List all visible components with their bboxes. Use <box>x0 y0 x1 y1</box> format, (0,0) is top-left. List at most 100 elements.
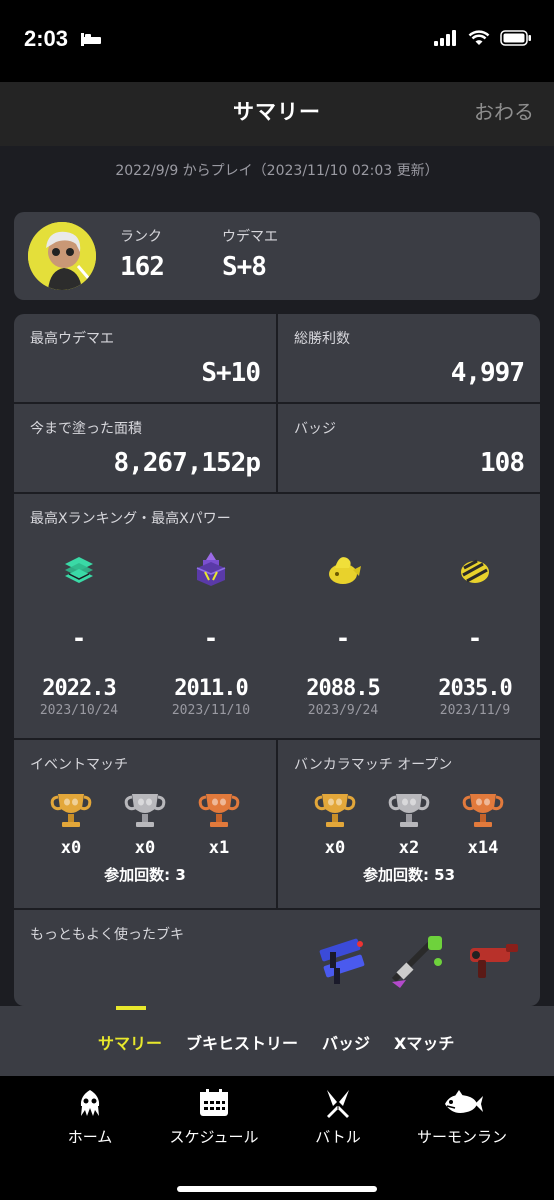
gold-trophy-icon <box>312 794 358 834</box>
x-power-date: 2023/10/24 <box>39 703 119 718</box>
clam-icon <box>455 550 495 590</box>
rank-value: 162 <box>120 252 165 282</box>
trophy-silver: x2 <box>379 790 439 858</box>
tab-summary[interactable]: サマリー <box>98 1030 162 1054</box>
stats-grid: 最高ウデマエ S+10 総勝利数 4,997 今まで塗った面積 8,267,15… <box>14 314 540 1006</box>
x-rank: - <box>467 624 483 652</box>
rainmaker-icon <box>323 550 363 590</box>
x-ranking-column: - 2035.0 2023/11/9 <box>410 550 540 718</box>
nav-salmon-run[interactable]: サーモンラン <box>402 1088 522 1147</box>
trophy-count: x14 <box>467 838 499 858</box>
bankara-open-cell: バンカラマッチ オープン x0 x2 x14 参加回数: 53 <box>278 740 540 908</box>
max-udemae-label: 最高ウデマエ <box>30 331 114 347</box>
splat-zones-icon <box>191 550 231 590</box>
trophy-bronze: x14 <box>453 790 513 858</box>
painted-cell: 今まで塗った面積 8,267,152p <box>14 404 276 492</box>
brush-weapon-icon <box>388 932 450 994</box>
trophy-gold: x0 <box>305 790 365 858</box>
play-info: 2022/9/9 からプレイ（2023/11/10 02:03 更新） <box>115 163 439 179</box>
silver-trophy-icon <box>122 794 168 834</box>
nav-salmon-run-label: サーモンラン <box>416 1128 507 1146</box>
sleep-icon <box>80 31 102 51</box>
badges-label: バッジ <box>294 421 336 437</box>
status-bar: 2:03 <box>0 0 554 82</box>
x-power: 2011.0 <box>174 676 248 701</box>
most-used-weapons-cell: もっともよく使ったブキ <box>14 910 540 1006</box>
silver-trophy-icon <box>386 794 432 834</box>
profile-card: ランク 162 ウデマエ S+8 <box>14 212 540 300</box>
squid-home-icon <box>75 1090 105 1122</box>
dualie-weapon-icon <box>312 930 376 994</box>
trophy-count: x2 <box>398 838 420 858</box>
participation-count: 参加回数: 3 <box>104 866 186 884</box>
trophy-row: x0 x0 x1 <box>14 790 276 858</box>
max-udemae-value: S+10 <box>201 358 261 388</box>
x-rank: - <box>335 624 351 652</box>
bronze-trophy-icon <box>196 794 242 834</box>
nav-home[interactable]: ホーム <box>30 1088 150 1147</box>
tab-x-match[interactable]: Xマッチ <box>394 1030 454 1054</box>
rank-label: ランク <box>120 229 162 245</box>
trophy-count: x0 <box>134 838 156 858</box>
x-power: 2088.5 <box>306 676 380 701</box>
close-button[interactable]: おわる <box>474 96 534 125</box>
x-ranking-label: 最高Xランキング・最高Xパワー <box>30 511 231 527</box>
x-ranking-column: - 2088.5 2023/9/24 <box>278 550 408 718</box>
status-time: 2:03 <box>24 26 69 51</box>
trophy-silver: x0 <box>115 790 175 858</box>
total-wins-cell: 総勝利数 4,997 <box>278 314 540 402</box>
x-rank: - <box>71 624 87 652</box>
painted-label: 今まで塗った面積 <box>30 421 142 437</box>
painted-value: 8,267,152p <box>113 448 261 478</box>
blaster-weapon-icon <box>462 934 524 992</box>
salmon-icon <box>441 1090 483 1122</box>
x-ranking-column: - 2022.3 2023/10/24 <box>14 550 144 718</box>
x-power-date: 2023/11/10 <box>171 703 251 718</box>
trophy-count: x1 <box>208 838 230 858</box>
badges-value: 108 <box>480 448 525 478</box>
x-power: 2022.3 <box>42 676 116 701</box>
tab-indicator <box>116 1006 146 1010</box>
x-power-date: 2023/11/9 <box>439 703 511 718</box>
trophy-row: x0 x2 x14 <box>278 790 540 858</box>
tab-weapon-history[interactable]: ブキヒストリー <box>186 1030 298 1054</box>
trophy-count: x0 <box>324 838 346 858</box>
most-used-weapons-label: もっともよく使ったブキ <box>30 927 184 943</box>
nav-home-label: ホーム <box>67 1128 113 1146</box>
nav-schedule[interactable]: スケジュール <box>154 1088 274 1147</box>
x-ranking-cell: 最高Xランキング・最高Xパワー - 2022.3 2023/10/24 - 20… <box>14 494 540 738</box>
nav-battle[interactable]: バトル <box>278 1088 398 1147</box>
total-wins-value: 4,997 <box>450 358 525 388</box>
event-match-cell: イベントマッチ x0 x0 x1 参加回数: 3 <box>14 740 276 908</box>
gold-trophy-icon <box>48 794 94 834</box>
avatar <box>28 222 96 290</box>
trophy-gold: x0 <box>41 790 101 858</box>
trophy-bronze: x1 <box>189 790 249 858</box>
total-wins-label: 総勝利数 <box>294 331 350 347</box>
bronze-trophy-icon <box>460 794 506 834</box>
signal-icon <box>434 30 458 50</box>
nav-schedule-label: スケジュール <box>169 1128 259 1146</box>
badges-cell: バッジ 108 <box>278 404 540 492</box>
udemae-label: ウデマエ <box>222 229 278 245</box>
sub-tabs: サマリー ブキヒストリー バッジ Xマッチ <box>0 1006 554 1076</box>
bankara-open-label: バンカラマッチ オープン <box>294 757 453 773</box>
calendar-icon <box>198 1089 230 1122</box>
bottom-nav: ホーム スケジュール バトル サーモンラン <box>0 1076 554 1200</box>
nav-battle-label: バトル <box>315 1128 361 1146</box>
tab-badges[interactable]: バッジ <box>322 1030 370 1054</box>
x-power: 2035.0 <box>438 676 512 701</box>
trophy-count: x0 <box>60 838 82 858</box>
x-power-date: 2023/9/24 <box>307 703 379 718</box>
battery-icon <box>500 30 532 50</box>
udemae-value: S+8 <box>222 252 267 282</box>
header: サマリー おわる <box>0 82 554 146</box>
x-ranking-column: - 2011.0 2023/11/10 <box>146 550 276 718</box>
participation-count: 参加回数: 53 <box>362 866 456 884</box>
home-indicator[interactable] <box>177 1186 377 1192</box>
wifi-icon <box>468 30 490 50</box>
tower-icon <box>59 550 99 590</box>
summary-content[interactable]: 2022/9/9 からプレイ（2023/11/10 02:03 更新） ランク … <box>0 146 554 1006</box>
page-title: サマリー <box>233 100 321 124</box>
battle-icon <box>323 1090 353 1122</box>
